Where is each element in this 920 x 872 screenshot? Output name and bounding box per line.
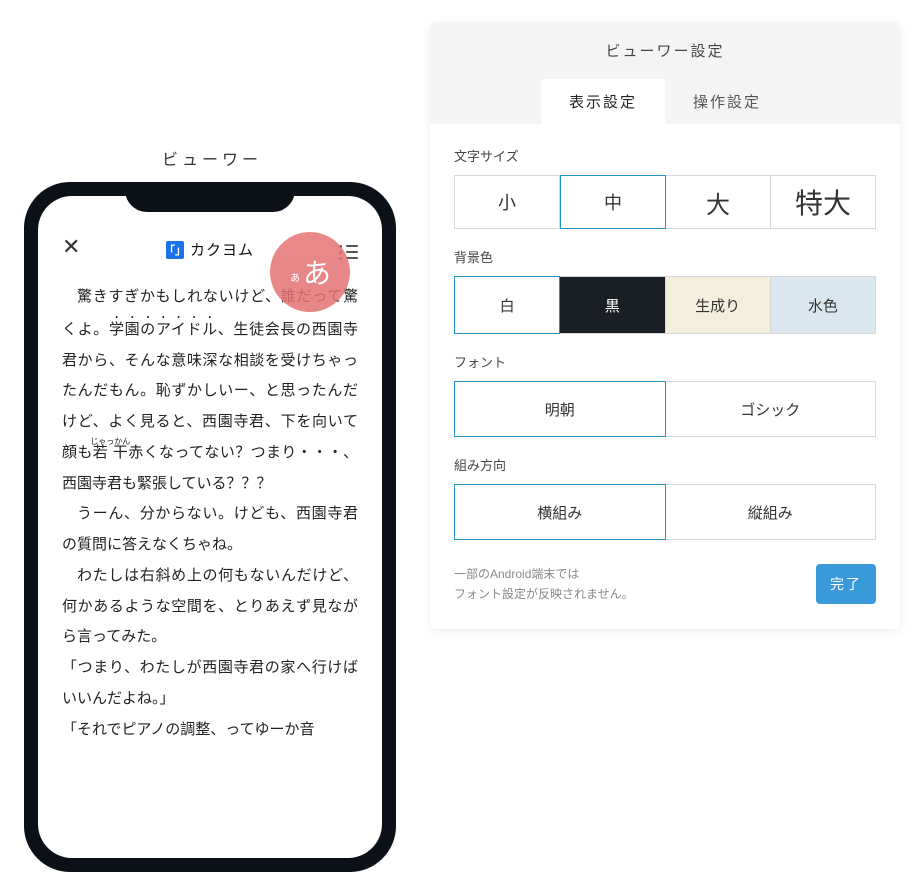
brand: 「」 カクヨム — [166, 239, 254, 260]
label-bg-color: 背景色 — [454, 247, 876, 266]
size-large[interactable]: 大 — [666, 175, 771, 229]
bg-cream[interactable]: 生成り — [666, 276, 771, 334]
tab-display[interactable]: 表示設定 — [541, 79, 665, 124]
size-medium[interactable]: 中 — [560, 175, 666, 229]
bg-lightblue[interactable]: 水色 — [771, 276, 876, 334]
font-sample-big: あ — [303, 252, 331, 292]
close-icon[interactable]: ✕ — [62, 234, 80, 260]
panel-header: ビューワー設定 表示設定 操作設定 — [430, 22, 900, 124]
label-direction: 組み方向 — [454, 455, 876, 474]
tab-controls[interactable]: 操作設定 — [665, 79, 789, 124]
font-sample-small: ぁ — [289, 268, 301, 285]
phone-screen: ✕ 「」 カクヨム ぁ あ 驚きすぎかもしれないけど、誰だって驚くよ。学園のアイ… — [38, 196, 382, 858]
android-note: 一部のAndroid端末では フォント設定が反映されません。 — [454, 564, 634, 605]
reader-paragraph: 「つまり、わたしが西園寺君の家へ行けばいいんだよね。」 — [62, 653, 358, 715]
bg-black[interactable]: 黒 — [560, 276, 665, 334]
brand-text: カクヨム — [190, 239, 254, 260]
panel-body: 文字サイズ 小 中 大 特大 背景色 白 黒 生成り 水色 フォント 明朝 ゴシ… — [430, 124, 900, 629]
reader-body: 驚きすぎかもしれないけど、誰だって驚くよ。学園のアイドル、生徒会長の西園寺君から… — [38, 274, 382, 745]
viewer-label: ビューワー — [162, 146, 262, 170]
panel-title: ビューワー設定 — [430, 40, 900, 79]
size-xlarge[interactable]: 特大 — [771, 175, 876, 229]
viewer-settings-panel: ビューワー設定 表示設定 操作設定 文字サイズ 小 中 大 特大 背景色 白 黒… — [430, 22, 900, 629]
direction-options: 横組み 縦組み — [454, 484, 876, 540]
reader-paragraph: 「それでピアノの調整、ってゆーか音 — [62, 715, 358, 746]
done-button[interactable]: 完了 — [816, 564, 876, 604]
dir-horizontal[interactable]: 横組み — [454, 484, 666, 540]
font-options: 明朝 ゴシック — [454, 381, 876, 437]
phone-frame: ✕ 「」 カクヨム ぁ あ 驚きすぎかもしれないけど、誰だって驚くよ。学園のアイ… — [24, 182, 396, 872]
dir-vertical[interactable]: 縦組み — [666, 484, 877, 540]
reader-paragraph: うーん、分からない。けども、西園寺君の質問に答えなくちゃね。 — [62, 499, 358, 561]
font-size-options: 小 中 大 特大 — [454, 175, 876, 229]
font-gothic[interactable]: ゴシック — [666, 381, 877, 437]
font-mincho[interactable]: 明朝 — [454, 381, 666, 437]
reader-paragraph: 驚きすぎかもしれないけど、誰だって驚くよ。学園のアイドル、生徒会長の西園寺君から… — [62, 282, 358, 499]
brand-logo-icon: 「」 — [166, 241, 184, 259]
bg-color-options: 白 黒 生成り 水色 — [454, 276, 876, 334]
phone-notch — [125, 182, 295, 212]
panel-footer: 一部のAndroid端末では フォント設定が反映されません。 完了 — [454, 564, 876, 605]
font-size-highlight[interactable]: ぁ あ — [270, 232, 350, 312]
label-font: フォント — [454, 352, 876, 371]
reader-paragraph: わたしは右斜め上の何もないんだけど、何かあるような空間を、とりあえず見ながら言っ… — [62, 561, 358, 653]
size-small[interactable]: 小 — [454, 175, 560, 229]
label-font-size: 文字サイズ — [454, 146, 876, 165]
tabs: 表示設定 操作設定 — [430, 79, 900, 124]
bg-white[interactable]: 白 — [454, 276, 560, 334]
